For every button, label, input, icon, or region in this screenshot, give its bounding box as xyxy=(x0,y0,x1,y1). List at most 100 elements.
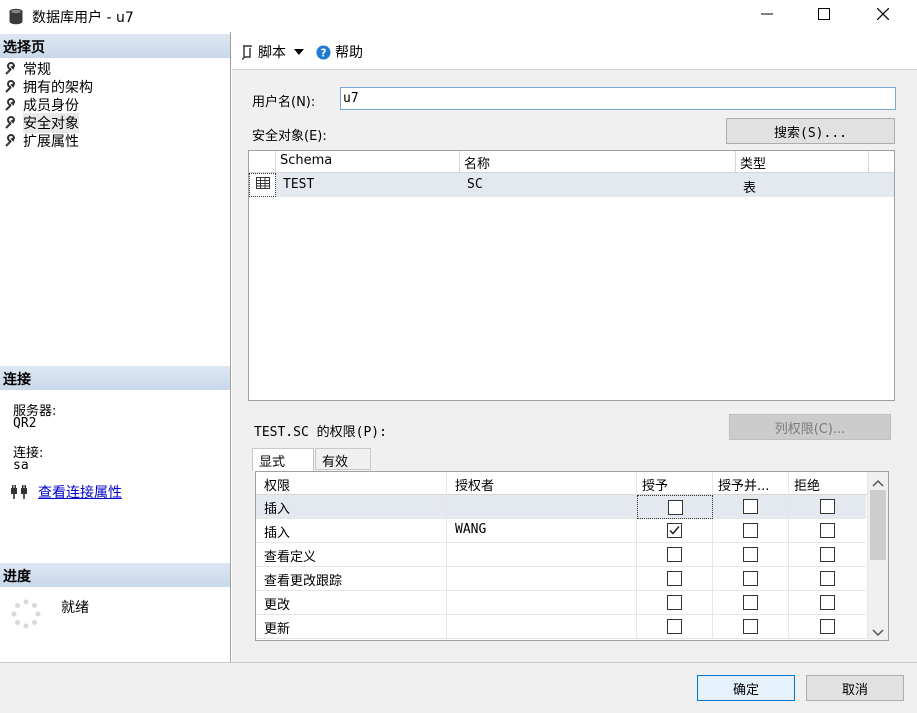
permissions-header-row: 权限 授权者 授予 授予并... 拒绝 xyxy=(256,472,868,496)
with-grant-checkbox[interactable] xyxy=(743,523,758,538)
nav-label: 拥有的架构 xyxy=(23,80,93,96)
with-grant-checkbox[interactable] xyxy=(743,547,758,562)
vertical-scrollbar[interactable] xyxy=(868,472,888,640)
permissions-grid: 权限 授权者 授予 授予并... 拒绝 插入 插入 WANG 查看定义 查看更改跟踪 更改… xyxy=(255,471,889,641)
column-permissions-button[interactable]: 列权限(C)... xyxy=(729,414,891,440)
svg-text:?: ? xyxy=(321,47,327,59)
minimize-button[interactable] xyxy=(744,0,790,32)
script-label: 脚本 xyxy=(258,45,286,61)
left-pane: 选择页 常规 拥有的架构 成员身份 安全对象 扩展属性 连接 服务器: QR2 … xyxy=(0,32,231,662)
deny-checkbox[interactable] xyxy=(820,619,835,634)
table-row[interactable]: 查看定义 xyxy=(256,543,868,567)
cell-grantor: WANG xyxy=(447,519,637,543)
with-grant-checkbox[interactable] xyxy=(743,499,758,514)
scroll-thumb[interactable] xyxy=(870,490,886,560)
with-grant-checkbox[interactable] xyxy=(743,595,758,610)
table-row[interactable]: 更改 xyxy=(256,591,868,615)
view-connection-row: 查看连接属性 xyxy=(10,482,122,502)
checkbox-cell xyxy=(637,519,713,543)
with-grant-checkbox[interactable] xyxy=(743,571,758,586)
grant-checkbox[interactable] xyxy=(667,595,682,610)
grant-checkbox[interactable] xyxy=(667,619,682,634)
maximize-button[interactable] xyxy=(801,0,847,32)
row-selector[interactable] xyxy=(249,173,276,197)
grant-checkbox[interactable] xyxy=(667,523,682,538)
deny-checkbox[interactable] xyxy=(820,523,835,538)
nav-item-membership[interactable]: 成员身份 xyxy=(4,96,79,114)
view-connection-properties-link[interactable]: 查看连接属性 xyxy=(38,482,122,502)
column-header-schema[interactable]: Schema xyxy=(276,151,460,173)
help-icon: ? xyxy=(316,44,331,60)
nav-item-extended-properties[interactable]: 扩展属性 xyxy=(4,132,79,150)
deny-checkbox[interactable] xyxy=(820,595,835,610)
script-button[interactable]: 脚本 xyxy=(240,42,304,62)
cell-permission: 插入 xyxy=(256,519,447,543)
close-button[interactable] xyxy=(860,0,906,32)
table-row[interactable]: 查看更改跟踪 xyxy=(256,567,868,591)
script-icon xyxy=(241,45,252,60)
cancel-button[interactable]: 取消 xyxy=(806,675,904,701)
nav-label: 扩展属性 xyxy=(23,134,79,150)
wrench-icon xyxy=(5,80,16,93)
wrench-icon xyxy=(5,134,16,147)
checkbox-cell xyxy=(789,495,868,519)
column-header-deny[interactable]: 拒绝 xyxy=(789,472,868,496)
nav-item-general[interactable]: 常规 xyxy=(4,60,51,78)
ok-button[interactable]: 确定 xyxy=(697,675,795,701)
column-header-permission[interactable]: 权限 xyxy=(256,472,447,496)
with-grant-checkbox[interactable] xyxy=(743,619,758,634)
checkbox-cell xyxy=(789,591,868,615)
dropdown-arrow-icon[interactable] xyxy=(294,44,304,60)
table-row[interactable]: 插入 xyxy=(256,495,868,519)
deny-checkbox[interactable] xyxy=(820,499,835,514)
grant-checkbox[interactable] xyxy=(667,571,682,586)
cell-permission: 更新 xyxy=(256,615,447,639)
select-page-header: 选择页 xyxy=(0,34,230,58)
column-header-grantor[interactable]: 授权者 xyxy=(447,472,637,496)
checkbox-cell xyxy=(637,591,713,615)
grant-checkbox[interactable] xyxy=(668,500,683,515)
connection-header: 连接 xyxy=(0,366,230,390)
cell-schema: TEST xyxy=(283,177,315,192)
table-row[interactable]: TEST SC 表 xyxy=(249,173,894,197)
column-header-type[interactable]: 类型 xyxy=(736,151,869,173)
column-header-filler xyxy=(869,151,894,173)
tab-explicit[interactable]: 显式 xyxy=(252,448,314,471)
table-row[interactable]: 插入 WANG xyxy=(256,519,868,543)
row-header-corner xyxy=(249,151,276,173)
username-label: 用户名(N): xyxy=(252,95,316,110)
wrench-icon xyxy=(5,116,16,129)
progress-header: 进度 xyxy=(0,563,230,587)
checkmark-icon xyxy=(669,526,680,535)
wrench-icon xyxy=(5,62,16,75)
permissions-title: TEST.SC 的权限(P): xyxy=(254,425,387,440)
connection-plug-icon xyxy=(11,485,27,499)
help-button[interactable]: ? 帮助 xyxy=(316,42,363,62)
footer-bar: 确定 取消 xyxy=(0,662,917,713)
deny-checkbox[interactable] xyxy=(820,571,835,586)
username-input[interactable] xyxy=(340,87,896,110)
deny-checkbox[interactable] xyxy=(820,547,835,562)
tab-effective[interactable]: 有效 xyxy=(315,448,371,470)
securables-grid: Schema 名称 类型 TEST SC 表 xyxy=(248,150,895,401)
table-icon xyxy=(255,177,270,193)
column-header-grant[interactable]: 授予 xyxy=(637,472,713,496)
checkbox-cell xyxy=(789,615,868,639)
nav-item-securables[interactable]: 安全对象 xyxy=(4,113,79,133)
minimize-icon xyxy=(761,8,773,24)
nav-item-owned-schemas[interactable]: 拥有的架构 xyxy=(4,78,93,96)
scroll-down-icon[interactable] xyxy=(872,626,884,640)
nav-label: 常规 xyxy=(23,62,51,78)
connection-value: sa xyxy=(13,458,29,473)
grant-checkbox[interactable] xyxy=(667,547,682,562)
cell-permission: 插入 xyxy=(256,495,447,519)
column-header-name[interactable]: 名称 xyxy=(460,151,736,173)
securables-label: 安全对象(E): xyxy=(252,129,327,144)
search-button[interactable]: 搜索(S)... xyxy=(726,118,895,144)
table-row[interactable]: 更新 xyxy=(256,615,868,639)
progress-status: 就绪 xyxy=(61,600,89,616)
checkbox-cell xyxy=(637,495,713,519)
server-value: QR2 xyxy=(13,416,37,431)
scroll-up-icon[interactable] xyxy=(872,476,884,491)
column-header-with-grant[interactable]: 授予并... xyxy=(713,472,789,496)
